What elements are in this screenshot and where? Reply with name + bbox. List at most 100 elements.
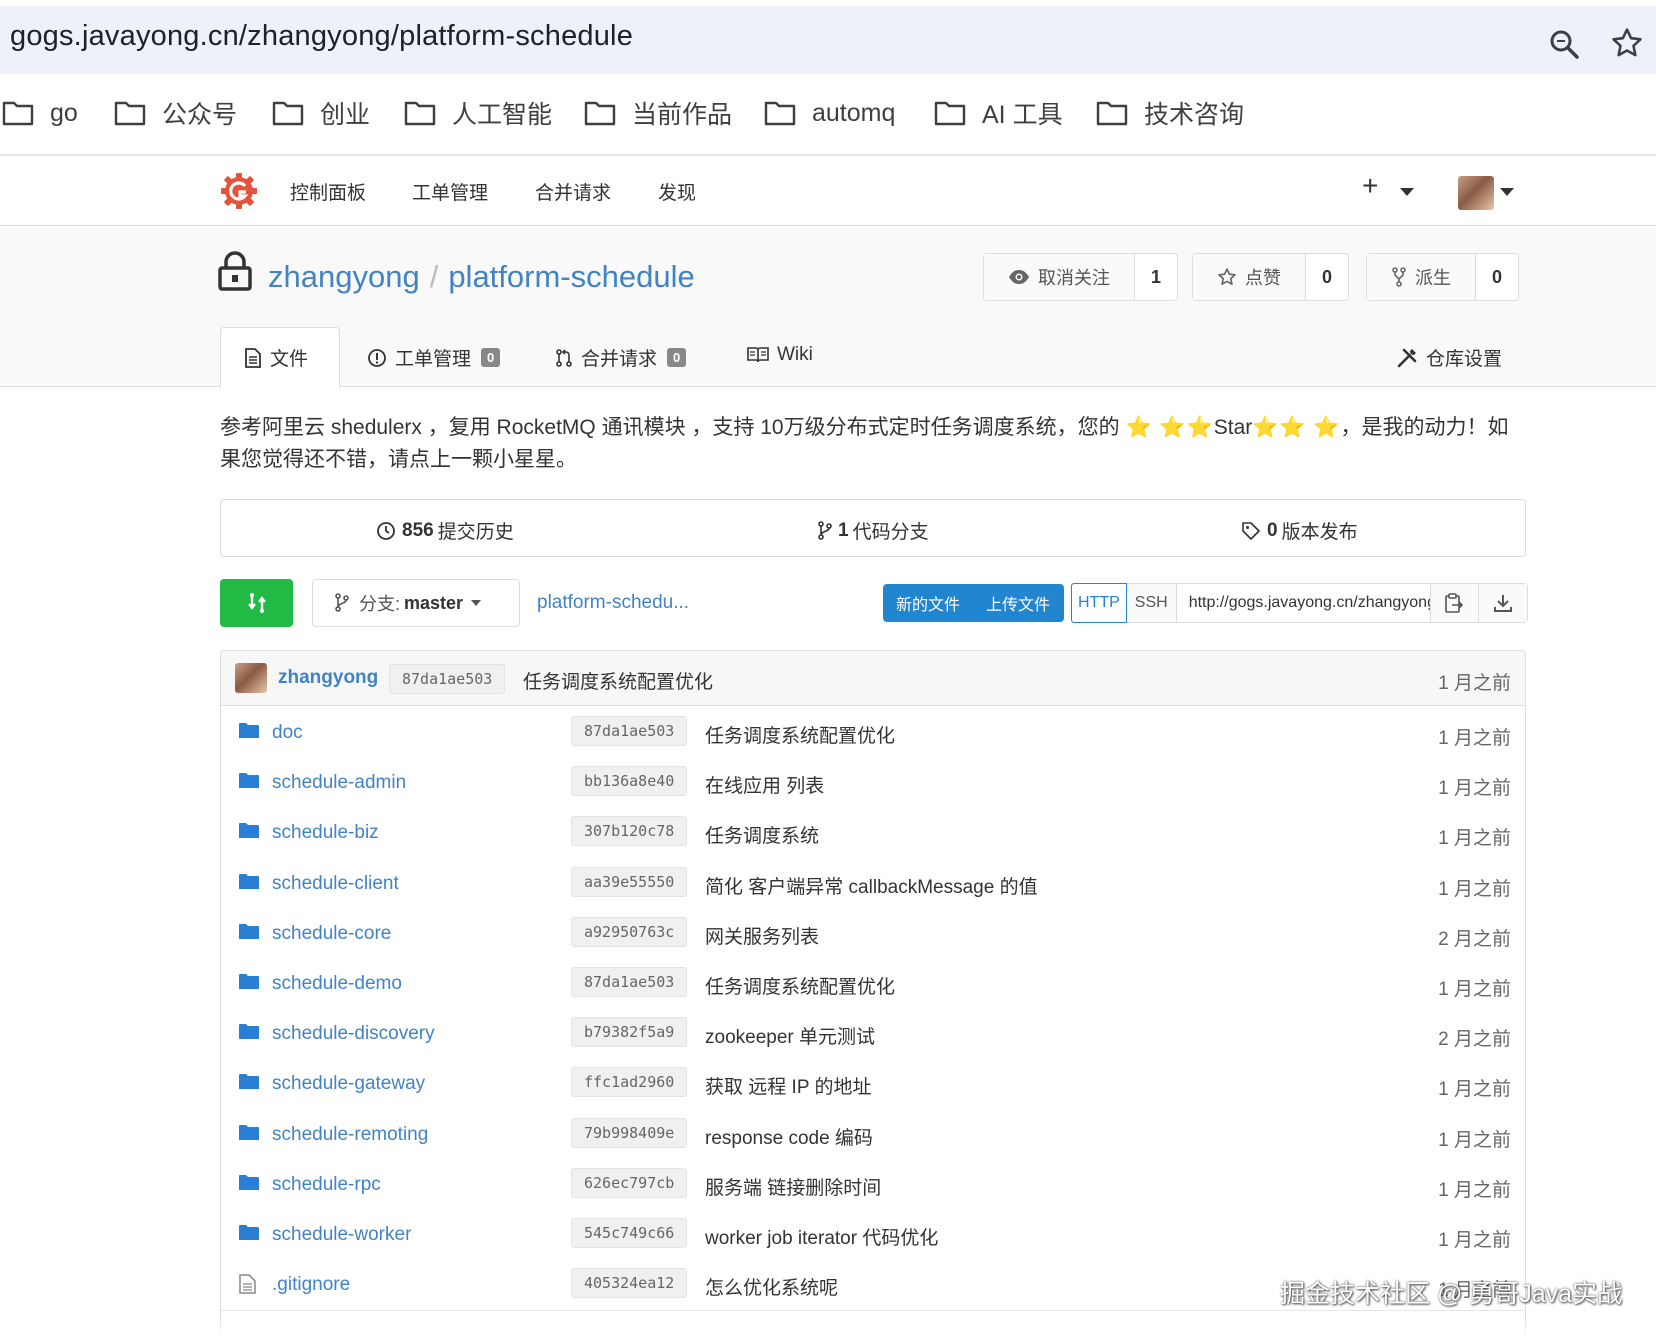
commit-sha-link[interactable]: 626ec797cb [571, 1167, 688, 1198]
new-file-button[interactable]: 新的文件 [883, 591, 973, 615]
unwatch-button[interactable]: 取消关注 [984, 254, 1135, 300]
commit-sha-link[interactable]: 307b120c78 [571, 816, 688, 847]
file-name-link[interactable]: schedule-admin [272, 772, 406, 794]
commit-sha-link[interactable]: ffc1ad2960 [571, 1067, 688, 1098]
gogs-logo-icon[interactable] [220, 172, 258, 215]
upload-file-button[interactable]: 上传文件 [973, 591, 1063, 615]
repo-name-link[interactable]: platform-schedule [448, 259, 694, 294]
clone-url-input[interactable]: http://gogs.javayong.cn/zhangyong/platfo… [1177, 584, 1431, 622]
file-name-link[interactable]: schedule-worker [272, 1224, 411, 1246]
chevron-down-icon[interactable] [1500, 188, 1514, 196]
ssh-clone-button[interactable]: SSH [1126, 584, 1177, 622]
create-new-button[interactable]: + [1362, 172, 1378, 200]
file-name-link[interactable]: schedule-discovery [272, 1023, 435, 1045]
file-name-link[interactable]: doc [272, 722, 303, 744]
fork-count[interactable]: 0 [1476, 254, 1518, 300]
fork-button[interactable]: 派生 [1367, 254, 1476, 300]
commits-stat[interactable]: 856 提交历史 [376, 517, 514, 544]
file-name-link[interactable]: schedule-rpc [272, 1174, 381, 1196]
commit-message-link[interactable]: 简化 客户端异常 callbackMessage 的值 [705, 872, 1038, 899]
branches-label: 代码分支 [852, 522, 929, 543]
nav-dashboard[interactable]: 控制面板 [290, 178, 366, 205]
zoom-icon[interactable] [1548, 28, 1580, 65]
commit-message-link[interactable]: response code 编码 [705, 1123, 873, 1150]
folder-icon [404, 101, 436, 126]
branches-stat[interactable]: 1 代码分支 [818, 517, 929, 544]
branch-dropdown[interactable]: 分支: master [312, 579, 520, 627]
compare-button[interactable] [220, 579, 293, 627]
commit-message-link[interactable]: 怎么优化系统呢 [705, 1273, 838, 1300]
bookmark-ai[interactable]: 人工智能 [404, 90, 552, 136]
bookmark-automq[interactable]: automq [764, 90, 895, 136]
download-button[interactable] [1478, 584, 1527, 622]
tab-settings[interactable]: 仓库设置 [1396, 344, 1502, 371]
commit-sha-link[interactable]: aa39e55550 [571, 866, 688, 897]
description-text: 参考阿里云 shedulerx ，复用 RocketMQ 通讯模块 ，支持 10… [220, 416, 1126, 439]
tab-wiki[interactable]: Wiki [747, 344, 813, 366]
nav-pulls[interactable]: 合并请求 [535, 178, 611, 205]
commit-message-link[interactable]: 获取 远程 IP 的地址 [705, 1072, 871, 1099]
nav-issues[interactable]: 工单管理 [412, 178, 488, 205]
commit-message-link[interactable]: 任务调度系统配置优化 [705, 972, 895, 999]
commit-age: 1 月之前 [1438, 778, 1511, 800]
commit-message-link[interactable]: 任务调度系统 [705, 821, 819, 848]
star-count[interactable]: 0 [1306, 254, 1348, 300]
commit-sha-link[interactable]: 87da1ae503 [571, 967, 688, 997]
file-name-link[interactable]: schedule-gateway [272, 1073, 425, 1095]
nav-explore[interactable]: 发现 [658, 178, 696, 205]
commit-sha-link[interactable]: 405324ea12 [571, 1268, 688, 1299]
bookmark-go[interactable]: go [2, 90, 78, 136]
file-name-link[interactable]: schedule-client [272, 873, 399, 895]
file-name-link[interactable]: schedule-demo [272, 973, 402, 995]
commit-message-link[interactable]: 在线应用 列表 [705, 771, 824, 798]
file-name-link[interactable]: schedule-remoting [272, 1124, 428, 1146]
file-name-link[interactable]: schedule-core [272, 923, 391, 945]
commits-count: 856 [402, 519, 434, 541]
commit-sha-link[interactable]: 545c749c66 [571, 1218, 688, 1248]
avatar[interactable] [235, 663, 267, 693]
file-name-link[interactable]: .gitignore [272, 1274, 350, 1296]
tab-files[interactable]: 文件 [244, 344, 308, 371]
table-row: schedule-discovery b79382f5a9 zookeeper 单元… [221, 1007, 1525, 1061]
bookmark-ai-tools[interactable]: AI 工具 [934, 90, 1063, 136]
commit-sha-link[interactable]: b79382f5a9 [571, 1017, 688, 1048]
bookmark-gongzhonghao[interactable]: 公众号 [114, 90, 237, 136]
tab-issues[interactable]: 工单管理 0 [367, 344, 501, 371]
commit-message-link[interactable]: worker job iterator 代码优化 [705, 1223, 938, 1250]
bookmark-chuangye[interactable]: 创业 [272, 90, 370, 136]
copy-button[interactable] [1430, 584, 1479, 622]
latest-commit-header: zhangyong 87da1ae503 任务调度系统配置优化 1 月之前 [221, 651, 1525, 706]
bookmark-current-works[interactable]: 当前作品 [584, 90, 732, 136]
commit-sha-link[interactable]: 87da1ae503 [571, 716, 688, 746]
commit-message-link[interactable]: 服务端 链接删除时间 [705, 1173, 881, 1200]
commit-sha-link[interactable]: 79b998409e [571, 1117, 688, 1148]
commit-sha-link[interactable]: a92950763c [571, 916, 688, 947]
file-name-link[interactable]: schedule-biz [272, 822, 379, 844]
commit-message-link[interactable]: 网关服务列表 [705, 922, 819, 949]
commit-author-link[interactable]: zhangyong [278, 667, 378, 689]
table-row: schedule-admin bb136a8e40 在线应用 列表 1 月之前 [221, 756, 1525, 810]
repo-owner-link[interactable]: zhangyong [268, 259, 420, 294]
table-row: schedule-demo 87da1ae503 任务调度系统配置优化 1 月之前 [221, 957, 1525, 1010]
chevron-down-icon[interactable] [1400, 188, 1414, 196]
tab-pulls[interactable]: 合并请求 0 [555, 344, 687, 371]
watch-count[interactable]: 1 [1135, 254, 1177, 300]
commit-message: 任务调度系统配置优化 [523, 672, 714, 693]
url-text[interactable]: gogs.javayong.cn/zhangyong/platform-sche… [10, 20, 633, 53]
breadcrumb[interactable]: platform-schedu... [537, 592, 689, 614]
star-button[interactable]: 点赞 [1193, 254, 1306, 300]
bookmark-consulting[interactable]: 技术咨询 [1096, 90, 1244, 136]
star-label: 点赞 [1245, 268, 1281, 288]
bookmark-star-icon[interactable] [1610, 26, 1644, 65]
commit-sha-link[interactable]: bb136a8e40 [571, 766, 688, 797]
avatar[interactable] [1458, 176, 1494, 210]
releases-stat[interactable]: 0 版本发布 [1241, 517, 1358, 544]
commit-age: 1 月之前 [1438, 1079, 1511, 1101]
commit-age: 2 月之前 [1438, 1029, 1511, 1051]
commit-message-link[interactable]: zookeeper 单元测试 [705, 1022, 875, 1049]
commit-message-link[interactable]: 任务调度系统配置优化 [705, 721, 895, 748]
address-bar[interactable]: gogs.javayong.cn/zhangyong/platform-sche… [0, 6, 1656, 74]
commit-sha-link[interactable]: 87da1ae503 [389, 664, 506, 694]
http-clone-button[interactable]: HTTP [1071, 583, 1127, 623]
table-row: schedule-biz 307b120c78 任务调度系统 1 月之前 [221, 806, 1525, 860]
